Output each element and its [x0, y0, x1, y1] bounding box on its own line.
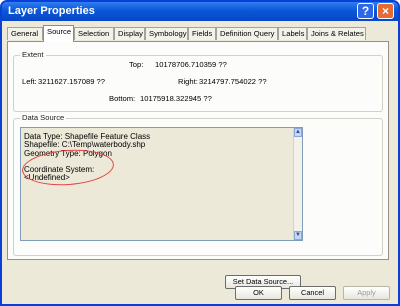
left-label: Left: [22, 77, 37, 86]
bottom-value: 10175918.322945 ?? [140, 94, 212, 103]
data-source-textbox[interactable]: Data Type: Shapefile Feature Class Shape… [20, 127, 303, 241]
close-button[interactable]: × [377, 3, 394, 19]
tab-general[interactable]: General [7, 27, 43, 40]
left-value: 3211627.157089 ?? [38, 77, 106, 86]
coordinate-system-value: <Undefined> [24, 173, 70, 183]
dialog-title: Layer Properties [8, 5, 95, 17]
right-value: 3214797.754022 ?? [199, 77, 267, 86]
ok-button[interactable]: OK [235, 286, 282, 300]
extent-group: Extent Top: 10178706.710359 ?? Left: 321… [13, 50, 383, 112]
vertical-scrollbar[interactable]: ▲ ▼ [293, 128, 302, 240]
bottom-label: Bottom: [109, 94, 136, 103]
geometry-type-line: Geometry Type: Polygon [24, 148, 112, 158]
apply-button[interactable]: Apply [343, 286, 390, 300]
right-label: Right: [178, 77, 198, 86]
scroll-down-icon[interactable]: ▼ [294, 231, 302, 240]
layer-properties-dialog: Layer Properties ? × General Source Sele… [0, 0, 400, 306]
cancel-button[interactable]: Cancel [289, 286, 336, 300]
data-source-group: Data Source Data Type: Shapefile Feature… [13, 113, 383, 289]
source-tab-panel: Extent Top: 10178706.710359 ?? Left: 321… [7, 41, 389, 289]
extent-legend: Extent [20, 50, 46, 59]
tab-fields[interactable]: Fields [188, 27, 216, 40]
tab-symbology[interactable]: Symbology [145, 27, 188, 40]
scroll-up-icon[interactable]: ▲ [294, 128, 302, 137]
top-value: 10178706.710359 ?? [155, 60, 227, 69]
tab-source[interactable]: Source [43, 25, 74, 42]
help-button[interactable]: ? [357, 3, 374, 19]
data-source-legend: Data Source [20, 113, 67, 122]
tab-display[interactable]: Display [114, 27, 145, 40]
tab-definition-query[interactable]: Definition Query [216, 27, 278, 40]
tab-joins-relates[interactable]: Joins & Relates [307, 27, 366, 40]
tab-labels[interactable]: Labels [278, 27, 307, 40]
title-bar: Layer Properties ? × [2, 2, 398, 21]
top-label: Top: [129, 60, 144, 69]
tab-selection[interactable]: Selection [74, 27, 114, 40]
